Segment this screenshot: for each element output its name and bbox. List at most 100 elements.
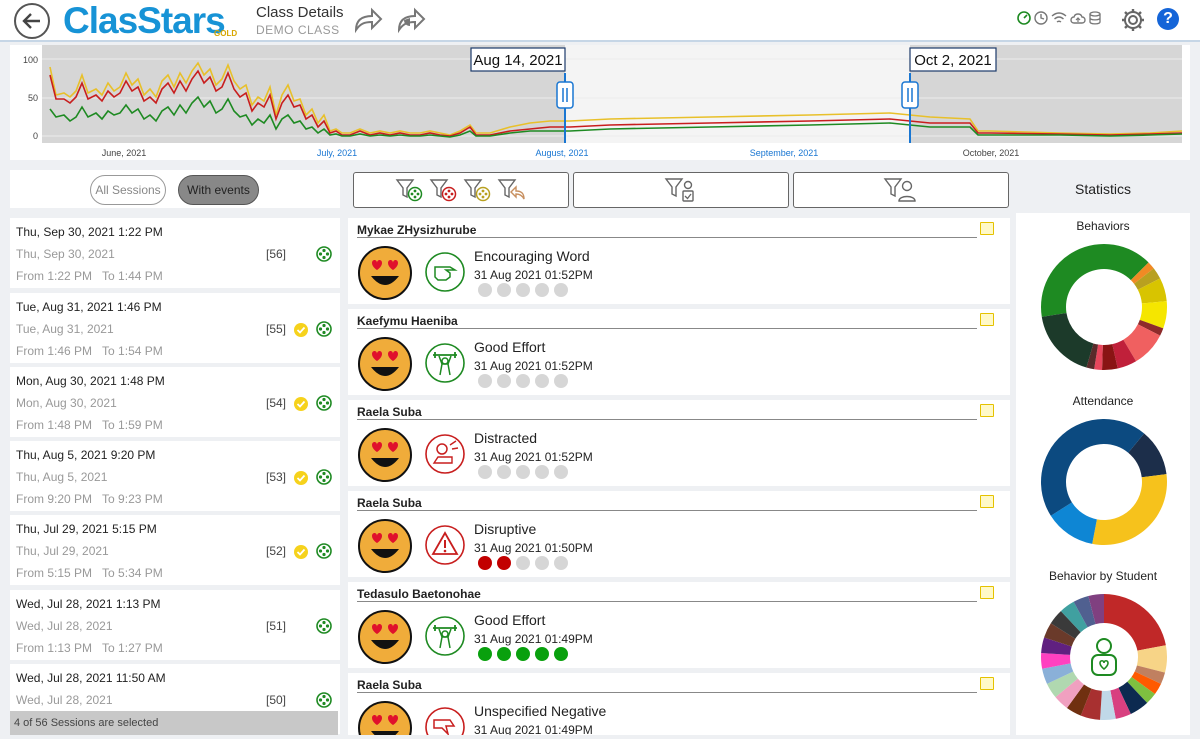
behavior-by-student-donut[interactable] <box>1040 593 1168 721</box>
session-selected-check[interactable] <box>294 471 308 485</box>
event-rating[interactable] <box>478 283 568 297</box>
event-card[interactable]: Tedasulo Baetonohae Good Effort 31 Aug 2… <box>348 582 1010 668</box>
session-event-count: [56] <box>266 247 287 261</box>
rating-dot-active[interactable] <box>478 556 492 570</box>
event-card[interactable]: Raela Suba Distracted 31 Aug 2021 01:52P… <box>348 400 1010 486</box>
timeline-chart[interactable]: 100 50 0 Aug 14, 2021 Oct 2, 2021 June, … <box>10 45 1190 160</box>
database-icon <box>1089 11 1101 25</box>
note-button[interactable] <box>980 586 994 599</box>
behavior-filter-button[interactable] <box>353 172 569 208</box>
event-rating[interactable] <box>478 374 568 388</box>
back-button[interactable] <box>14 3 50 39</box>
with-events-toggle[interactable]: With events <box>178 175 259 205</box>
film-reel-icon[interactable] <box>316 618 332 634</box>
rating-dot[interactable] <box>554 465 568 479</box>
event-card[interactable]: Kaefymu Haeniba Good Effort 31 Aug 2021 … <box>348 309 1010 395</box>
session-item[interactable]: Thu, Sep 30, 2021 1:22 PM Thu, Sep 30, 2… <box>10 218 340 288</box>
rating-dot-active[interactable] <box>497 647 511 661</box>
session-date: Mon, Aug 30, 2021 <box>16 396 117 410</box>
session-selected-check[interactable] <box>294 545 308 559</box>
film-reel-icon[interactable] <box>316 321 332 337</box>
student-filter-button[interactable] <box>793 172 1009 208</box>
donut-slice[interactable] <box>1104 594 1166 651</box>
session-list[interactable]: Thu, Sep 30, 2021 1:22 PM Thu, Sep 30, 2… <box>10 218 340 735</box>
rating-dot-active[interactable] <box>554 647 568 661</box>
rating-dot[interactable] <box>554 283 568 297</box>
forward-shield-icon <box>397 7 426 34</box>
event-rating[interactable] <box>478 465 568 479</box>
rating-dot[interactable] <box>497 283 511 297</box>
session-item[interactable]: Thu, Jul 29, 2021 5:15 PM Thu, Jul 29, 2… <box>10 515 340 585</box>
note-button[interactable] <box>980 495 994 508</box>
attendance-chart-label: Attendance <box>1072 394 1134 408</box>
rating-dot[interactable] <box>516 465 530 479</box>
event-rating[interactable] <box>478 647 568 661</box>
rating-dot[interactable] <box>535 465 549 479</box>
rating-dot[interactable] <box>478 465 492 479</box>
session-item[interactable]: Tue, Aug 31, 2021 1:46 PM Tue, Aug 31, 2… <box>10 293 340 363</box>
help-button[interactable]: ? <box>1157 8 1179 30</box>
rating-dot-active[interactable] <box>497 556 511 570</box>
rating-dot[interactable] <box>497 465 511 479</box>
rating-dot[interactable] <box>535 374 549 388</box>
rating-dot[interactable] <box>535 283 549 297</box>
donut-slice[interactable] <box>1041 419 1145 516</box>
note-button[interactable] <box>980 313 994 326</box>
event-time: 31 Aug 2021 01:49PM <box>474 723 593 735</box>
session-item[interactable]: Mon, Aug 30, 2021 1:48 PM Mon, Aug 30, 2… <box>10 367 340 437</box>
filter-reel-red-icon <box>429 179 457 202</box>
heart-eyes-emoji-icon <box>358 337 412 391</box>
settings-button[interactable] <box>1121 8 1145 37</box>
film-reel-icon[interactable] <box>316 543 332 559</box>
rating-dot[interactable] <box>478 374 492 388</box>
session-selected-check[interactable] <box>294 397 308 411</box>
film-reel-icon[interactable] <box>316 692 332 708</box>
behaviors-chart-label: Behaviors <box>1076 219 1130 233</box>
rating-dot-active[interactable] <box>516 647 530 661</box>
month-label-june: June, 2021 <box>102 148 147 158</box>
event-card[interactable]: Raela Suba Unspecified Negative 31 Aug 2… <box>348 673 1010 735</box>
share-button[interactable] <box>352 6 384 39</box>
behaviors-donut[interactable] <box>1040 243 1168 371</box>
rating-dot-active[interactable] <box>478 647 492 661</box>
range-end-handle[interactable] <box>901 81 919 109</box>
event-list[interactable]: Mykae ZHysizhurube Encouraging Word 31 A… <box>348 218 1010 735</box>
session-item[interactable]: Wed, Jul 28, 2021 1:13 PM Wed, Jul 28, 2… <box>10 590 340 660</box>
range-start-handle[interactable] <box>556 81 574 109</box>
session-selected-check[interactable] <box>294 323 308 337</box>
rating-dot[interactable] <box>516 556 530 570</box>
rating-dot[interactable] <box>554 556 568 570</box>
event-card[interactable]: Raela Suba Disruptive 31 Aug 2021 01:50P… <box>348 491 1010 577</box>
rating-dot[interactable] <box>554 374 568 388</box>
event-behavior-name: Good Effort <box>474 339 546 355</box>
note-button[interactable] <box>980 677 994 690</box>
session-item[interactable]: Thu, Aug 5, 2021 9:20 PM Thu, Aug 5, 202… <box>10 441 340 511</box>
share-arrow-icon <box>354 7 383 34</box>
note-button[interactable] <box>980 404 994 417</box>
event-rating[interactable] <box>478 556 568 570</box>
rating-dot[interactable] <box>535 556 549 570</box>
note-button[interactable] <box>980 222 994 235</box>
app-logo: ClasStars <box>63 0 226 41</box>
all-sessions-toggle[interactable]: All Sessions <box>90 175 166 205</box>
session-event-count: [51] <box>266 619 287 633</box>
event-card[interactable]: Mykae ZHysizhurube Encouraging Word 31 A… <box>348 218 1010 304</box>
rating-dot[interactable] <box>478 283 492 297</box>
student-group-filter-button[interactable] <box>573 172 789 208</box>
donut-slice[interactable] <box>1041 312 1094 368</box>
rating-dot[interactable] <box>497 374 511 388</box>
page-subtitle: DEMO CLASS <box>256 23 340 37</box>
export-button[interactable] <box>395 6 427 39</box>
y-tick-100: 100 <box>23 55 38 65</box>
film-reel-icon[interactable] <box>316 246 332 262</box>
rating-dot[interactable] <box>516 283 530 297</box>
film-reel-icon[interactable] <box>316 469 332 485</box>
month-label-july: July, 2021 <box>317 148 357 158</box>
sessions-filter-bar: All Sessions With events <box>10 170 340 208</box>
rating-dot-active[interactable] <box>535 647 549 661</box>
film-reel-icon[interactable] <box>316 395 332 411</box>
event-time: 31 Aug 2021 01:50PM <box>474 541 593 555</box>
rating-dot[interactable] <box>516 374 530 388</box>
donut-slice[interactable] <box>1092 474 1167 545</box>
attendance-donut[interactable] <box>1040 418 1168 546</box>
